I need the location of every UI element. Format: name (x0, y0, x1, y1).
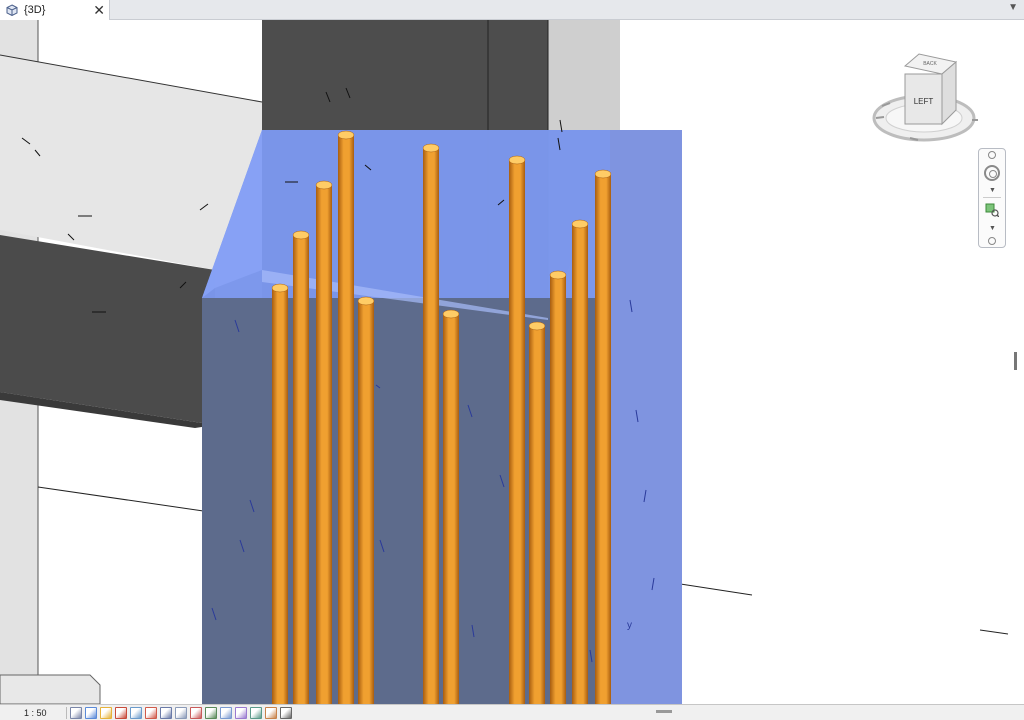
navbar-divider (983, 197, 1001, 198)
rebar-9[interactable] (529, 326, 545, 704)
tab-close-button[interactable]: ✕ (93, 1, 105, 19)
rebar-3[interactable] (316, 185, 332, 704)
viewcube-graphic[interactable]: LEFT BACK (872, 48, 992, 168)
rebar-end-6 (422, 143, 440, 153)
zoom-dropdown-icon[interactable]: ▼ (989, 225, 996, 232)
3d-view-icon (6, 4, 18, 16)
view-scale[interactable]: 1 : 50 (24, 706, 47, 720)
visual-style-icon[interactable] (85, 707, 97, 719)
reveal-constraints-icon[interactable] (265, 707, 277, 719)
viewcube[interactable]: LEFT BACK (872, 48, 992, 168)
rebar-end-12 (594, 169, 612, 179)
rebar-end-10 (549, 270, 567, 280)
axis-label-y: y (627, 620, 632, 631)
viewcube-top-label[interactable]: BACK (923, 61, 937, 67)
revit-window: {3D} ✕ ▼ y LEFT BACK ▼ ▼ 1: 50 (0, 0, 1024, 720)
worksharing-icon[interactable] (220, 707, 232, 719)
rebar-8[interactable] (509, 160, 525, 704)
view-control-bar: 1 : 50 (0, 704, 1024, 720)
rebar-end-9 (528, 321, 546, 331)
steering-wheel-icon[interactable] (984, 165, 1000, 181)
tab-list-dropdown[interactable]: ▼ (1008, 2, 1018, 13)
rebar-end-1 (271, 283, 289, 293)
horizontal-scrollbar-thumb[interactable] (656, 710, 672, 713)
steering-wheel-dropdown-icon[interactable]: ▼ (989, 187, 996, 194)
rebar-6[interactable] (423, 148, 439, 704)
zoom-region-icon[interactable] (985, 203, 999, 217)
rebar-7[interactable] (443, 314, 459, 704)
rebar-11[interactable] (572, 224, 588, 704)
navigation-bar: ▼ ▼ (978, 148, 1006, 248)
reveal-hidden-icon[interactable] (205, 707, 217, 719)
preview-visibility-icon[interactable] (280, 707, 292, 719)
detail-level-icon[interactable] (70, 707, 82, 719)
crop-view-icon[interactable] (145, 707, 157, 719)
navbar-close-icon[interactable] (988, 151, 996, 159)
view-tab-bar: {3D} ✕ ▼ (0, 0, 1024, 20)
rebar-1[interactable] (272, 288, 288, 704)
lock-3d-view-icon[interactable] (175, 707, 187, 719)
analytical-model-icon[interactable] (235, 707, 247, 719)
rebar-end-2 (292, 230, 310, 240)
rebar-4[interactable] (338, 135, 354, 704)
navbar-options-icon[interactable] (988, 237, 996, 245)
rebar-end-11 (571, 219, 589, 229)
render-icon[interactable] (130, 707, 142, 719)
rebar-end-8 (508, 155, 526, 165)
view-control-icons (70, 706, 295, 720)
show-crop-icon[interactable] (160, 707, 172, 719)
status-divider (66, 707, 67, 719)
viewcube-face-label[interactable]: LEFT (914, 97, 934, 106)
rebar-end-4 (337, 130, 355, 140)
rebar-10[interactable] (550, 275, 566, 704)
vertical-scrollbar-thumb[interactable] (1014, 352, 1017, 370)
highlight-displacement-icon[interactable] (250, 707, 262, 719)
rebar-end-7 (442, 309, 460, 319)
rebar-5[interactable] (358, 301, 374, 704)
temporary-hide-icon[interactable] (190, 707, 202, 719)
shadows-icon[interactable] (115, 707, 127, 719)
rebar-end-3 (315, 180, 333, 190)
tab-label: {3D} (24, 4, 46, 16)
rebar-2[interactable] (293, 235, 309, 704)
model-scene[interactable]: y (0, 20, 1024, 704)
3d-viewport[interactable]: y (0, 20, 1024, 704)
rebar-end-5 (357, 296, 375, 306)
sun-path-icon[interactable] (100, 707, 112, 719)
tab-3d-view[interactable]: {3D} ✕ (0, 0, 110, 20)
rebar-12[interactable] (595, 174, 611, 704)
